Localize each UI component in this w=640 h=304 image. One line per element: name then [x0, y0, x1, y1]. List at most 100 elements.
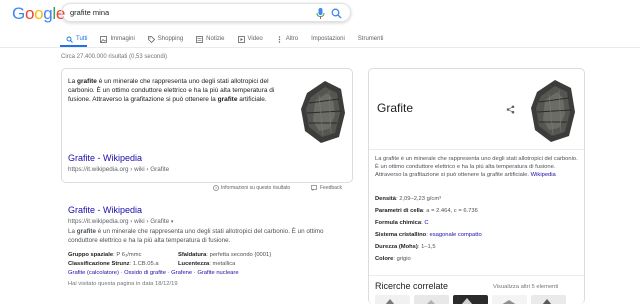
help-icon[interactable]: ? [213, 185, 219, 191]
related-thumbnail[interactable] [375, 295, 410, 304]
sitelink[interactable]: Grafite (calcolatore) [68, 270, 119, 276]
snippet-result-link[interactable]: Grafite - Wikipedia [68, 153, 142, 163]
fact-key: Classificazione Strunz [68, 260, 130, 267]
tab-altro[interactable]: Altro [276, 34, 298, 44]
tag-icon [147, 35, 155, 43]
fact: Classificazione Strunz: 1.CB.05.a [68, 260, 159, 267]
fact-value: metallica [212, 260, 236, 267]
featured-snippet: La grafite è un minerale che rappresenta… [61, 68, 353, 183]
fact-key: Lucentezza [178, 260, 210, 267]
tab-label: Impostazioni [311, 36, 345, 42]
more-icon [278, 35, 280, 43]
graphite-image[interactable] [295, 73, 351, 149]
kp-fact-value: 2,09–2,23 g/cm³ [399, 196, 442, 202]
logo-letter: o [34, 4, 44, 23]
snippet-text: La grafite è un minerale che rappresenta… [68, 77, 288, 105]
result-desc-part: La [68, 228, 77, 235]
mineral-thumbnail-icon [492, 295, 527, 304]
google-logo[interactable]: Google [12, 4, 65, 24]
knowledge-panel: Grafite La grafite è un minerale che rap… [368, 68, 585, 304]
result-url: https://it.wikipedia.org › wiki › Grafit… [68, 218, 173, 225]
fact-value: 1.CB.05.a [132, 260, 159, 267]
tab-label: Shopping [157, 36, 184, 42]
tab-impostazioni[interactable]: Impostazioni [311, 34, 345, 44]
snippet-keyword: grafite [77, 78, 97, 85]
graphite-image[interactable] [523, 72, 583, 148]
separator: · [193, 270, 196, 276]
sitelink[interactable]: Grafite nucleare [197, 270, 238, 276]
kp-description: La grafite è un minerale che rappresenta… [375, 155, 580, 180]
fact: Lucentezza: metallica [178, 260, 236, 267]
tab-label: Strumenti [357, 36, 384, 42]
kp-divider [369, 149, 584, 150]
fact-key: Gruppo spaziale [68, 252, 114, 258]
result-desc-part: è un minerale che rappresenta uno degli … [68, 228, 324, 244]
tabs-divider [0, 47, 640, 48]
kp-fact-key[interactable]: Parametri di cella [375, 208, 423, 214]
related-thumbnail[interactable] [453, 295, 488, 304]
kp-fact-key[interactable]: Sistema cristallino [375, 232, 426, 238]
feedback-link[interactable]: Feedback [320, 185, 342, 191]
kp-fact-value: 1–1,5 [421, 244, 436, 250]
feedback-icon[interactable] [311, 185, 317, 191]
tab-tutti[interactable]: Tutti [66, 34, 87, 44]
related-thumbnail[interactable] [492, 295, 527, 304]
search-box[interactable]: grafite mina [61, 3, 351, 22]
kp-fact-key[interactable]: Colore [375, 256, 393, 262]
separator: · [120, 270, 123, 276]
share-icon[interactable] [506, 105, 515, 114]
kp-fact: Densità: 2,09–2,23 g/cm³ [375, 196, 442, 202]
tab-notizie[interactable]: Notizie [196, 34, 225, 44]
about-result-link[interactable]: Informazioni su questo risultato [221, 185, 290, 191]
image-icon [100, 35, 108, 43]
mineral-thumbnail-icon [453, 295, 488, 304]
kp-fact-key[interactable]: Formula chimica [375, 220, 421, 226]
kp-fact: Colore: grigio [375, 256, 411, 262]
tab-label: Video [247, 36, 263, 42]
fact: Gruppo spaziale: P 6₃/mmc [68, 252, 142, 258]
snippet-keyword: grafite [217, 96, 238, 104]
kp-fact-value-link[interactable]: esagonale compatto [429, 232, 481, 238]
visited-note: Hai visitato questa pagina in data 18/12… [68, 281, 178, 287]
search-tabs: Tutti Immagini Shopping Notizie Video Al… [66, 34, 396, 46]
related-thumbnail[interactable] [414, 295, 449, 304]
kp-fact-key[interactable]: Densità [375, 196, 396, 202]
sitelink[interactable]: Ossido di grafite [124, 270, 166, 276]
mineral-thumbnail-icon [375, 295, 410, 304]
result-facts: Gruppo spaziale: P 6₃/mmc Sfaldatura: pe… [68, 251, 350, 269]
tab-shopping[interactable]: Shopping [147, 34, 184, 44]
tab-immagini[interactable]: Immagini [100, 34, 135, 44]
kp-fact: Parametri di cella: a = 2.464, c = 6.736 [375, 208, 478, 214]
microphone-icon[interactable] [316, 8, 325, 19]
related-thumbnail[interactable] [531, 295, 566, 304]
kp-source-link[interactable]: Wikipedia [531, 172, 556, 178]
facts-row: Gruppo spaziale: P 6₃/mmc Sfaldatura: pe… [68, 251, 350, 260]
snippet-footer: ? Informazioni su questo risultato Feedb… [61, 184, 353, 192]
fact-value: perfetta secondo {0001} [209, 252, 272, 258]
dropdown-arrow-icon[interactable]: ▾ [171, 219, 174, 225]
fact-key: Sfaldatura [178, 252, 207, 258]
snippet-text-part: La [68, 78, 78, 85]
fact-value: P 6₃/mmc [116, 252, 142, 258]
search-icon[interactable] [331, 8, 342, 19]
kp-fact: Durezza (Mohs): 1–1,5 [375, 244, 436, 250]
tab-video[interactable]: Video [237, 34, 263, 44]
sitelink[interactable]: Grafene [171, 270, 192, 276]
snippet-result-url: https://it.wikipedia.org › wiki › Grafit… [68, 166, 170, 173]
kp-fact-key[interactable]: Durezza (Mohs) [375, 244, 418, 250]
tab-label: Tutti [76, 36, 88, 42]
result-title-link[interactable]: Grafite - Wikipedia [68, 205, 142, 215]
view-more-link[interactable]: Visualizza altri 5 elementi [493, 284, 558, 290]
snippet-text-part: artificiale. [237, 96, 267, 104]
result-stats: Circa 27.400.000 risultati (0,53 secondi… [61, 54, 168, 60]
mineral-thumbnail-icon [414, 295, 449, 304]
kp-divider [369, 275, 584, 276]
tab-label: Notizie [206, 36, 225, 42]
result-keyword: grafite [76, 228, 97, 235]
search-input[interactable]: grafite mina [70, 8, 109, 17]
kp-title: Grafite [377, 101, 414, 115]
tab-strumenti[interactable]: Strumenti [358, 34, 384, 44]
sitelinks: Grafite (calcolatore) · Ossido di grafit… [68, 270, 239, 276]
kp-fact-value: grigio [396, 256, 411, 262]
kp-fact-value-link[interactable]: C [424, 220, 428, 226]
